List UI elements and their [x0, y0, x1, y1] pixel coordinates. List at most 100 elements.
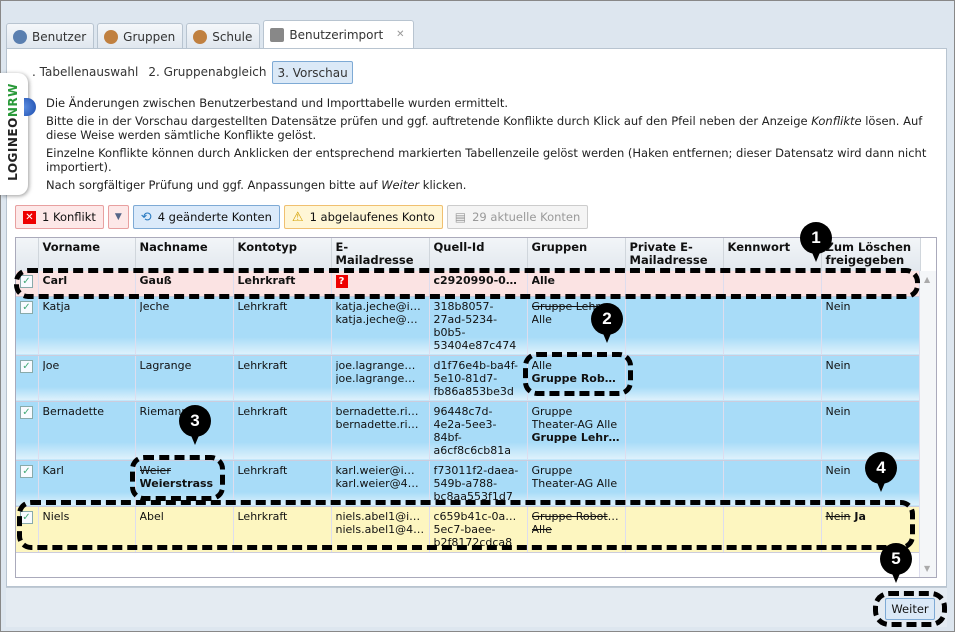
tab-gruppen[interactable]: Gruppen — [97, 23, 184, 49]
cell-line: Nein — [825, 358, 851, 372]
conflict-menu-button[interactable]: ▼ — [107, 205, 129, 229]
cell-line: 549b-a788- — [433, 476, 498, 490]
text: Nach sorgfältiger Prüfung und ggf. Anpas… — [46, 178, 382, 192]
cell-line: fb86a853be3d — [433, 384, 514, 398]
conflict-filter-button[interactable]: ✕ 1 Konflikt — [15, 205, 104, 229]
logo-text: LOGINEO — [6, 117, 20, 181]
wizard-steps: . Tabellenauswahl 2. Gruppenabgleich 3. Vo… — [28, 61, 353, 84]
table-cell: Joe — [38, 355, 136, 402]
tab-label: Schule — [212, 29, 253, 44]
table-cell: Nein — [821, 355, 921, 402]
table-cell — [625, 296, 724, 356]
logo-text-nrw: NRW — [6, 83, 20, 118]
cell-line: 96448c7d- — [433, 404, 493, 418]
table-cell: d1f76e4b-ba4f- 5e10-81d7- fb86a853be3d — [429, 355, 528, 402]
table-cell: Nein — [821, 401, 921, 461]
row-checkbox[interactable]: ✓ — [20, 359, 33, 373]
vertical-scrollbar[interactable]: ▲ ▼ — [919, 271, 936, 577]
text: Bitte die in der Vorschau dargestellten … — [46, 114, 812, 128]
info-text: Die Änderungen zwischen Benutzerbestand … — [46, 96, 936, 196]
cell-line: Theater-AG Alle — [531, 476, 618, 490]
callout-box-1 — [14, 268, 920, 299]
step-2[interactable]: 2. Gruppenabgleich — [144, 61, 270, 84]
text-em: Konflikte — [811, 114, 862, 128]
cell-line: joe.lagrange@… — [335, 358, 425, 372]
column-header[interactable]: Private E-Mailadresse — [625, 238, 724, 271]
checkbox-cell[interactable]: ✓ — [16, 401, 39, 461]
table-cell: Jeche — [135, 296, 234, 356]
step-3[interactable]: 3. Vorschau — [272, 61, 353, 84]
label: 1 abgelaufenes Konto — [309, 210, 435, 224]
table-row[interactable]: ✓ Joe Lagrange Lehrkraft joe.lagrange@… joe.l… — [16, 355, 921, 402]
column-header[interactable]: Zum Löschen freigegeben — [821, 238, 921, 271]
row-checkbox[interactable]: ✓ — [20, 300, 33, 314]
filter-toolbar: ✕ 1 Konflikt ▼ ⟲ 4 geänderte Konten ⚠ 1 abg… — [15, 205, 589, 229]
column-header[interactable] — [16, 238, 39, 271]
table-cell — [723, 401, 822, 461]
callout-marker-4: 4 — [865, 452, 897, 492]
table-cell: Lehrkraft — [233, 355, 332, 402]
table-cell: joe.lagrange@… joe.lagrange@… — [331, 355, 430, 402]
current-filter-button[interactable]: ▤ 29 aktuelle Konten — [446, 205, 589, 229]
checkbox-cell[interactable]: ✓ — [16, 296, 39, 356]
database-icon: ▤ — [454, 210, 467, 224]
tab-benutzer[interactable]: Benutzer — [6, 23, 95, 49]
cell-line: 4e2a-5ee3- — [433, 417, 497, 431]
table-cell — [625, 401, 724, 461]
cell-line: Lehrkraft — [237, 299, 288, 313]
close-icon[interactable]: ✕ — [396, 29, 404, 40]
cell-line: Lehrkraft — [237, 463, 288, 477]
info-line: Bitte die in der Vorschau dargestellten … — [46, 114, 936, 142]
table-row[interactable]: ✓ Katja Jeche Lehrkraft katja.jeche@i… katja.… — [16, 296, 921, 356]
column-header[interactable]: Gruppen — [527, 238, 626, 271]
cell-line: b0b5- — [433, 325, 466, 339]
warning-icon: ⚠ — [291, 209, 304, 225]
column-header[interactable]: Kontotyp — [233, 238, 332, 271]
import-icon — [270, 27, 285, 42]
logineo-logo[interactable]: LOGINEONRW — [0, 73, 28, 195]
scroll-down-icon[interactable]: ▼ — [924, 564, 930, 573]
step-1[interactable]: . Tabellenauswahl — [28, 61, 142, 84]
cell-line: Gruppe — [531, 463, 573, 477]
label: 1 Konflikt — [42, 210, 96, 224]
cell-line: Bernadette — [42, 404, 105, 418]
column-header[interactable]: Vorname — [38, 238, 136, 271]
text-em: Weiter — [381, 178, 420, 192]
callout-box-5 — [873, 591, 947, 627]
table-cell: Bernadette — [38, 401, 136, 461]
row-checkbox[interactable]: ✓ — [20, 464, 33, 478]
column-header[interactable]: Nachname — [135, 238, 234, 271]
tab-benutzerimport[interactable]: Benutzerimport ✕ — [263, 20, 414, 48]
callout-marker-3: 3 — [179, 405, 211, 445]
table-cell: Lehrkraft — [233, 401, 332, 461]
table-cell: Gruppe Theater-AG Alle Gruppe Lehr… — [527, 401, 626, 461]
user-icon — [13, 29, 27, 44]
cell-line: Lagrange — [139, 358, 192, 372]
cell-line: 53404e87c474 — [433, 338, 517, 352]
cell-line: 27ad-5234- — [433, 312, 498, 326]
row-checkbox[interactable]: ✓ — [20, 405, 33, 419]
chevron-down-icon: ▼ — [114, 212, 122, 222]
cell-line: Lehrkraft — [237, 404, 288, 418]
error-icon: ✕ — [23, 210, 36, 224]
cell-line: Nein — [825, 299, 851, 313]
column-header[interactable]: Quell-Id — [429, 238, 528, 271]
cell-line: d1f76e4b-ba4f- — [433, 358, 519, 372]
cell-line: 318b8057- — [433, 299, 494, 313]
cell-line: Gruppe Lehr… — [531, 430, 620, 444]
cell-line: 5e10-81d7- — [433, 371, 498, 385]
changed-filter-button[interactable]: ⟲ 4 geänderte Konten — [132, 205, 280, 229]
text: klicken. — [419, 178, 467, 192]
cell-line: Jeche — [139, 299, 170, 313]
expired-filter-button[interactable]: ⚠ 1 abgelaufenes Konto — [283, 205, 443, 229]
callout-box-2 — [523, 352, 633, 396]
tab-schule[interactable]: Schule — [186, 23, 261, 49]
callout-marker-5: 5 — [880, 543, 912, 583]
scroll-up-icon[interactable]: ▲ — [924, 275, 930, 284]
checkbox-cell[interactable]: ✓ — [16, 355, 39, 402]
info-line: Einzelne Konflikte können durch Anklicke… — [46, 146, 927, 174]
cell-line: Joe — [42, 358, 60, 372]
table-row[interactable]: ✓ Bernadette Riemann Lehrkraft bernadette.ri… — [16, 401, 921, 461]
callout-marker-2: 2 — [591, 303, 623, 343]
column-header[interactable]: E-Mailadresse — [331, 238, 430, 271]
